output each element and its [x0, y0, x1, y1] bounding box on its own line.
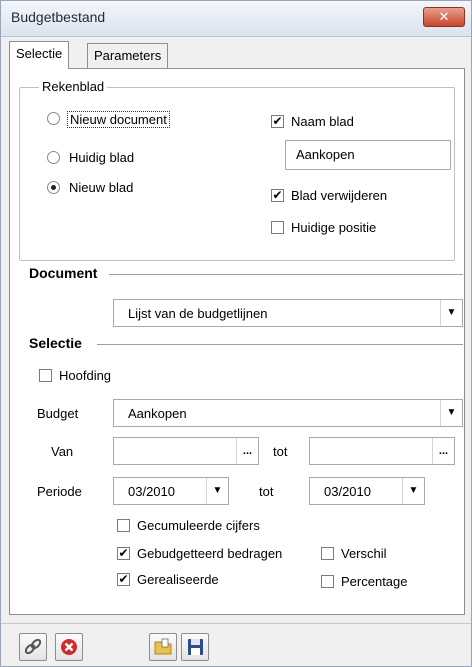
- dialog-window: Budgetbestand ✕ Selectie Parameters Reke…: [0, 0, 472, 667]
- periode-tot-label: tot: [259, 484, 274, 499]
- document-select[interactable]: Lijst van de budgetlijnen ▼: [113, 299, 463, 327]
- radio-nieuw-document-label[interactable]: Nieuw document: [67, 111, 170, 128]
- tab-selectie-label: Selectie: [16, 46, 63, 61]
- checkbox-gebudgetteerd[interactable]: ✔: [117, 547, 130, 560]
- gecumuleerde-label: Gecumuleerde cijfers: [137, 518, 260, 533]
- document-select-value: Lijst van de budgetlijnen: [128, 306, 268, 321]
- gerealiseerde-label: Gerealiseerde: [137, 572, 219, 587]
- save-button[interactable]: [181, 633, 209, 661]
- document-divider: [109, 274, 463, 275]
- link-button[interactable]: [19, 633, 47, 661]
- van-label: Van: [51, 444, 74, 459]
- checkbox-verschil[interactable]: [321, 547, 334, 560]
- link-icon: [24, 638, 42, 655]
- window-title: Budgetbestand: [11, 9, 106, 25]
- save-icon: [188, 639, 203, 655]
- budget-select[interactable]: Aankopen ▼: [113, 399, 463, 427]
- van-tot-browse-button[interactable]: ...: [432, 438, 454, 464]
- naam-blad-label: Naam blad: [291, 114, 354, 129]
- chevron-down-icon[interactable]: ▼: [440, 300, 462, 326]
- checkbox-hoofding[interactable]: [39, 369, 52, 382]
- checkbox-huidige-positie[interactable]: [271, 221, 284, 234]
- huidige-positie-label: Huidige positie: [291, 220, 377, 235]
- van-tot-input[interactable]: ...: [309, 437, 455, 465]
- checkbox-percentage[interactable]: [321, 575, 334, 588]
- open-file-button[interactable]: [149, 633, 177, 661]
- radio-huidig-blad[interactable]: [47, 151, 60, 164]
- hoofding-label: Hoofding: [59, 368, 112, 383]
- toolbar-divider: [1, 623, 471, 624]
- verschil-label: Verschil: [341, 546, 387, 561]
- folder-icon: [154, 638, 172, 655]
- document-section-title: Document: [29, 265, 98, 281]
- close-icon: ✕: [438, 9, 450, 24]
- check-icon: ✔: [118, 572, 129, 586]
- periode-select[interactable]: 03/2010 ▼: [113, 477, 229, 505]
- tab-parameters[interactable]: Parameters: [87, 43, 169, 69]
- gebudgetteerd-label: Gebudgetteerd bedragen: [137, 546, 283, 561]
- van-tot-label: tot: [273, 444, 288, 459]
- periode-tot-select[interactable]: 03/2010 ▼: [309, 477, 425, 505]
- periode-label: Periode: [37, 484, 82, 499]
- van-input[interactable]: ...: [113, 437, 259, 465]
- chevron-down-icon[interactable]: ▼: [440, 400, 462, 426]
- percentage-label: Percentage: [341, 574, 408, 589]
- check-icon: ✔: [118, 546, 129, 560]
- budget-label: Budget: [37, 406, 79, 421]
- blad-verwijderen-label: Blad verwijderen: [291, 188, 388, 203]
- checkbox-naam-blad[interactable]: ✔: [271, 115, 284, 128]
- periode-value: 03/2010: [128, 484, 175, 499]
- radio-huidig-blad-label[interactable]: Huidig blad: [69, 150, 134, 165]
- naam-blad-value: Aankopen: [296, 147, 355, 162]
- selectie-divider: [97, 344, 463, 345]
- radio-nieuw-document[interactable]: [47, 112, 60, 125]
- checkbox-gecumuleerde[interactable]: [117, 519, 130, 532]
- checkbox-blad-verwijderen[interactable]: ✔: [271, 189, 284, 202]
- tab-parameters-label: Parameters: [94, 48, 162, 63]
- check-icon: ✔: [272, 114, 283, 128]
- tab-selectie[interactable]: Selectie: [9, 41, 70, 69]
- rekenblad-group-label: Rekenblad: [39, 79, 108, 94]
- van-browse-button[interactable]: ...: [236, 438, 258, 464]
- check-icon: ✔: [272, 188, 283, 202]
- checkbox-gerealiseerde[interactable]: ✔: [117, 573, 130, 586]
- chevron-down-icon[interactable]: ▼: [402, 478, 424, 504]
- cancel-button[interactable]: [55, 633, 83, 661]
- selectie-section-title: Selectie: [29, 335, 82, 351]
- radio-nieuw-blad-label[interactable]: Nieuw blad: [69, 180, 133, 195]
- radio-nieuw-blad[interactable]: [47, 181, 60, 194]
- close-button[interactable]: ✕: [423, 7, 465, 27]
- periode-tot-value: 03/2010: [324, 484, 371, 499]
- budget-select-value: Aankopen: [128, 406, 187, 421]
- naam-blad-input[interactable]: Aankopen: [285, 140, 451, 170]
- cancel-icon: [61, 639, 77, 655]
- title-bar[interactable]: Budgetbestand ✕: [1, 1, 471, 37]
- chevron-down-icon[interactable]: ▼: [206, 478, 228, 504]
